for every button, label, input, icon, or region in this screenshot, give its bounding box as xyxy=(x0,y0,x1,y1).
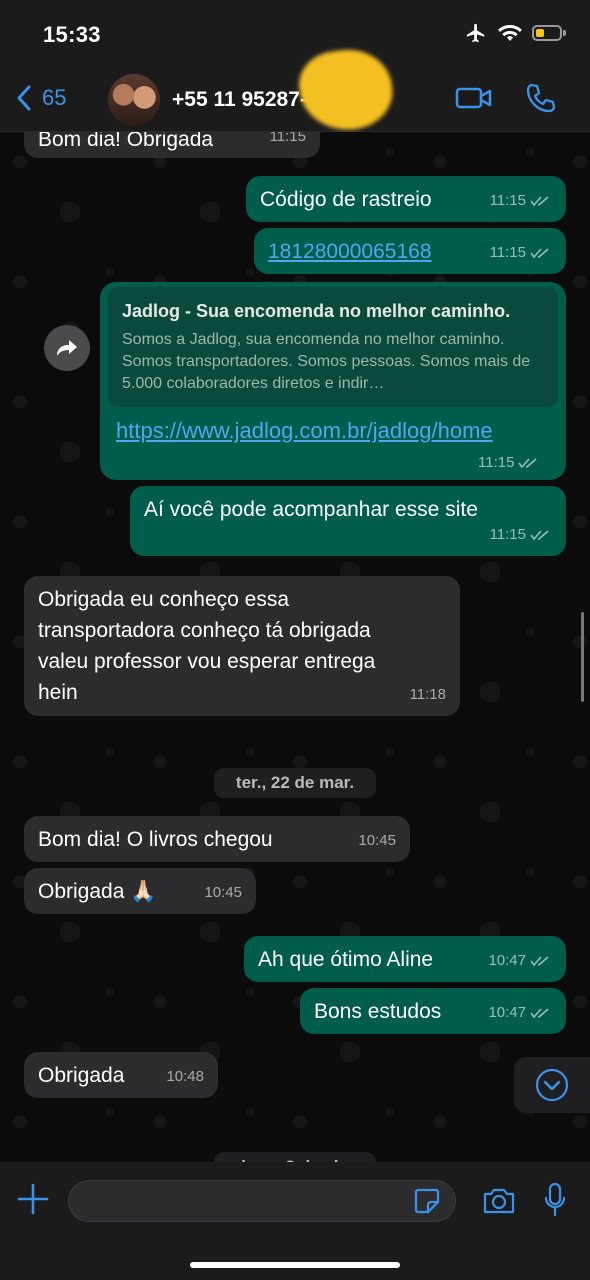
message-incoming[interactable]: Obrigada 10:48 xyxy=(24,1052,218,1098)
link-preview-title: Jadlog - Sua encomenda no melhor caminho… xyxy=(122,301,511,321)
back-button[interactable]: 65 xyxy=(16,84,66,112)
message-time: 10:45 xyxy=(358,832,396,849)
home-indicator xyxy=(190,1262,400,1268)
video-call-icon[interactable] xyxy=(455,84,493,112)
message-outgoing[interactable]: Ah que ótimo Aline 10:47 xyxy=(244,936,566,982)
double-check-icon xyxy=(518,457,537,468)
message-time: 11:15 xyxy=(489,526,526,543)
message-incoming[interactable]: Bom dia! Obrigada 11:15 xyxy=(24,132,320,158)
link-preview-description: Somos a Jadlog, sua encomenda no melhor … xyxy=(122,331,531,392)
scrollbar[interactable] xyxy=(581,612,584,702)
message-time: 10:48 xyxy=(166,1068,204,1085)
tracking-code-link[interactable]: 18128000065168 xyxy=(268,240,432,263)
double-check-icon xyxy=(530,529,549,540)
message-input[interactable] xyxy=(68,1180,456,1222)
wifi-icon xyxy=(498,24,522,41)
scroll-to-bottom-button[interactable] xyxy=(514,1057,590,1113)
double-check-icon xyxy=(530,1007,549,1018)
chevron-down-icon xyxy=(535,1068,569,1102)
message-outgoing[interactable]: Código de rastreio 11:15 xyxy=(246,176,566,222)
link-preview-card[interactable]: Jadlog - Sua encomenda no melhor caminho… xyxy=(108,287,558,407)
message-incoming[interactable]: Obrigada 🙏🏻 10:45 xyxy=(24,868,256,914)
battery-icon xyxy=(532,25,566,41)
message-time: 11:18 xyxy=(409,686,446,703)
phone-call-icon[interactable] xyxy=(525,82,555,114)
forward-button[interactable] xyxy=(44,325,90,371)
plus-icon[interactable] xyxy=(16,1182,50,1216)
link-url[interactable]: https://www.jadlog.com.br/jadlog/home xyxy=(116,418,493,444)
message-outgoing[interactable]: Aí você pode acompanhar esse site 11:15 xyxy=(130,486,566,556)
status-icons xyxy=(464,22,566,44)
double-check-icon xyxy=(530,955,549,966)
microphone-icon[interactable] xyxy=(544,1182,566,1218)
airplane-icon xyxy=(466,23,485,43)
message-time: 10:47 xyxy=(488,952,526,969)
input-bar xyxy=(0,1162,590,1280)
forward-icon xyxy=(57,340,77,356)
date-separator: dom., 3 de abr. xyxy=(214,1152,376,1162)
message-time: 11:15 xyxy=(489,244,526,261)
sticker-icon[interactable] xyxy=(414,1188,440,1214)
message-outgoing[interactable]: 18128000065168 11:15 xyxy=(254,228,566,274)
message-time: 11:15 xyxy=(489,192,526,209)
chat-area[interactable]: Bom dia! Obrigada 11:15 Código de rastre… xyxy=(0,132,590,1162)
message-time: 11:15 xyxy=(269,132,306,145)
message-incoming[interactable]: Obrigada eu conheço essa transportadora … xyxy=(24,576,460,716)
message-outgoing[interactable]: Bons estudos 10:47 xyxy=(300,988,566,1034)
message-time: 11:15 xyxy=(478,454,515,471)
status-bar: 15:33 xyxy=(0,0,590,70)
date-separator: ter., 22 de mar. xyxy=(214,768,376,798)
double-check-icon xyxy=(530,247,549,258)
chevron-left-icon xyxy=(17,85,31,111)
double-check-icon xyxy=(530,195,549,206)
camera-icon[interactable] xyxy=(482,1186,516,1216)
status-time: 15:33 xyxy=(43,22,101,47)
back-count: 65 xyxy=(42,85,67,110)
message-time: 10:45 xyxy=(204,884,242,901)
message-incoming[interactable]: Bom dia! O livros chegou 10:45 xyxy=(24,816,410,862)
message-time: 10:47 xyxy=(488,1004,526,1021)
chat-header: 65 +55 11 95287- 3 xyxy=(0,43,590,137)
avatar[interactable] xyxy=(108,74,160,126)
